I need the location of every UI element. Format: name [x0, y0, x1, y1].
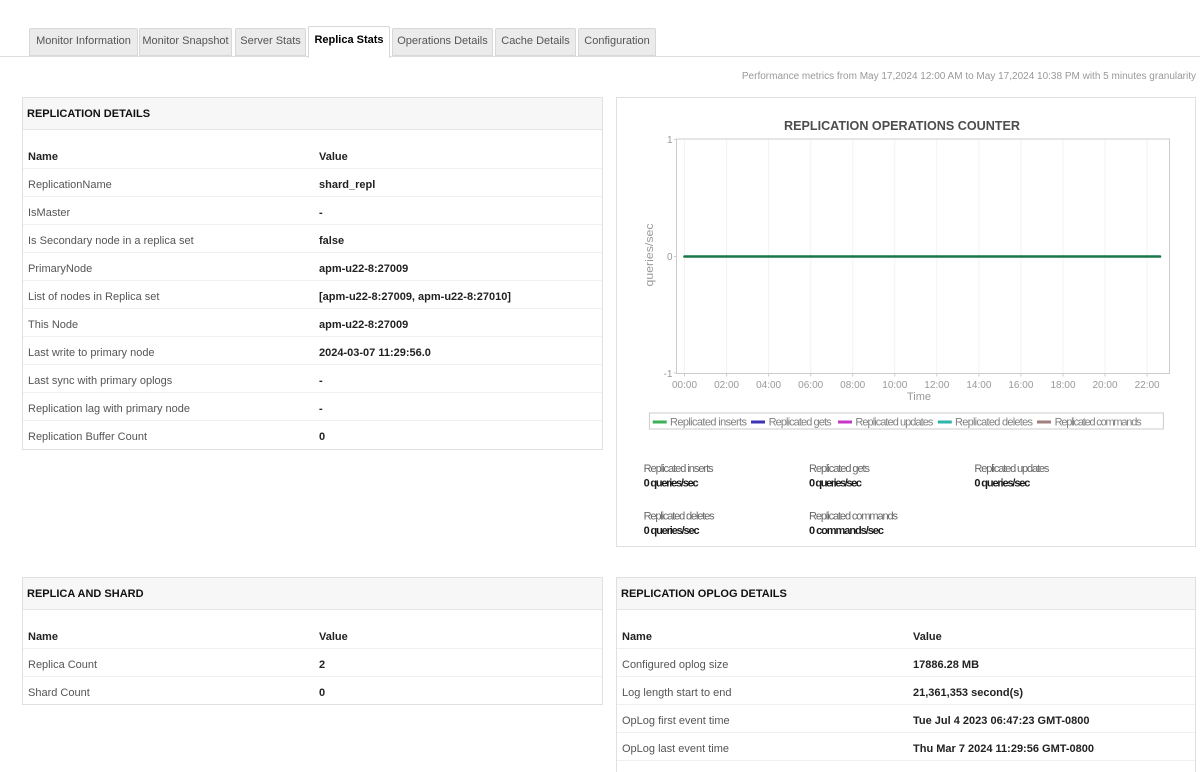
svg-text:Replicated gets: Replicated gets	[769, 417, 833, 429]
svg-text:REPLICATION OPERATIONS COUNTER: REPLICATION OPERATIONS COUNTER	[784, 118, 1021, 133]
svg-text:20:00: 20:00	[1092, 380, 1117, 391]
svg-text:16:00: 16:00	[1008, 380, 1033, 391]
svg-text:06:00: 06:00	[798, 380, 823, 391]
svg-text:Replicated updates: Replicated updates	[974, 463, 1050, 475]
svg-text:08:00: 08:00	[840, 380, 865, 391]
svg-text:Replicated deletes: Replicated deletes	[644, 511, 716, 523]
svg-text:Replicated commands: Replicated commands	[1055, 417, 1143, 429]
svg-text:Replicated updates: Replicated updates	[855, 417, 934, 429]
svg-text:0: 0	[667, 252, 673, 263]
svg-text:0 queries/sec: 0 queries/sec	[644, 478, 699, 490]
svg-text:1: 1	[667, 135, 673, 146]
svg-text:00:00: 00:00	[672, 380, 697, 391]
svg-text:-1: -1	[664, 369, 673, 380]
svg-text:18:00: 18:00	[1050, 380, 1075, 391]
svg-text:04:00: 04:00	[756, 380, 781, 391]
svg-text:12:00: 12:00	[924, 380, 949, 391]
svg-text:02:00: 02:00	[714, 380, 739, 391]
svg-text:0 commands/sec: 0 commands/sec	[809, 525, 884, 537]
svg-text:queries/sec: queries/sec	[644, 223, 656, 287]
svg-text:0 queries/sec: 0 queries/sec	[974, 478, 1030, 490]
svg-text:Replicated deletes: Replicated deletes	[955, 417, 1034, 429]
svg-text:Replicated inserts: Replicated inserts	[644, 463, 715, 475]
svg-text:0 queries/sec: 0 queries/sec	[644, 525, 700, 537]
svg-text:Replicated commands: Replicated commands	[809, 511, 899, 523]
svg-text:Replicated inserts: Replicated inserts	[670, 417, 748, 429]
svg-text:0 queries/sec: 0 queries/sec	[809, 478, 862, 490]
svg-text:10:00: 10:00	[882, 380, 907, 391]
svg-text:Time: Time	[907, 391, 931, 403]
svg-text:22:00: 22:00	[1135, 380, 1160, 391]
svg-text:Replicated gets: Replicated gets	[809, 463, 871, 475]
svg-text:14:00: 14:00	[966, 380, 991, 391]
